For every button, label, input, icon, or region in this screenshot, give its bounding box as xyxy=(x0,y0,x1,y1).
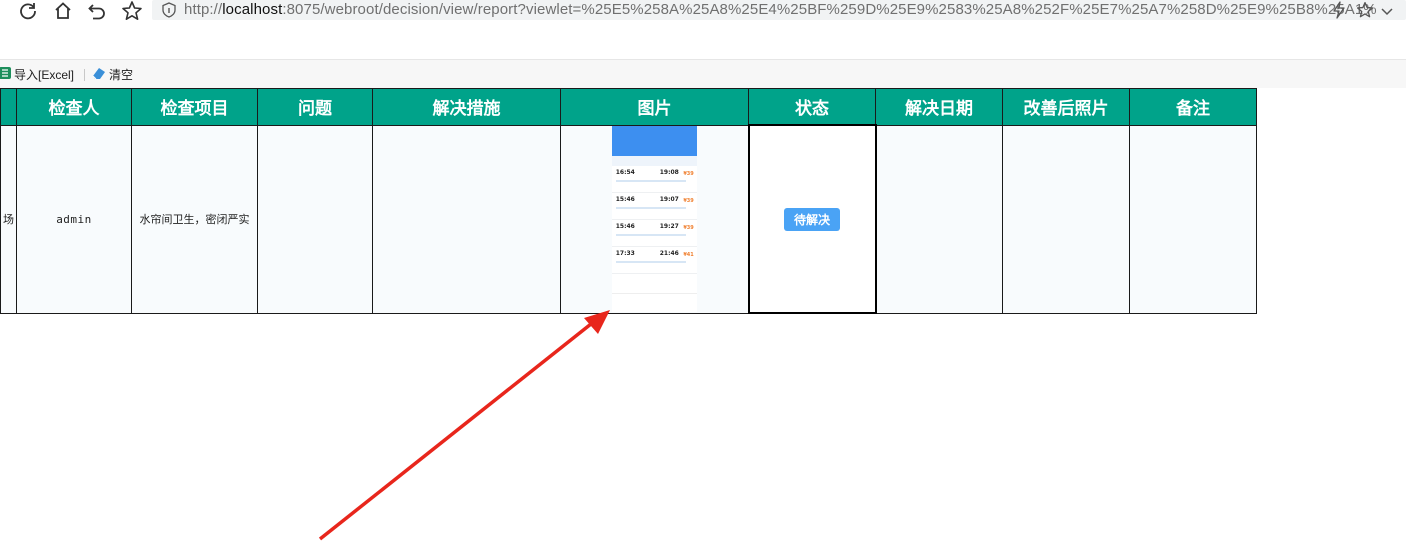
arrow-shaft xyxy=(318,318,598,541)
annotation-arrow xyxy=(318,310,610,541)
arrow-head xyxy=(584,310,610,334)
